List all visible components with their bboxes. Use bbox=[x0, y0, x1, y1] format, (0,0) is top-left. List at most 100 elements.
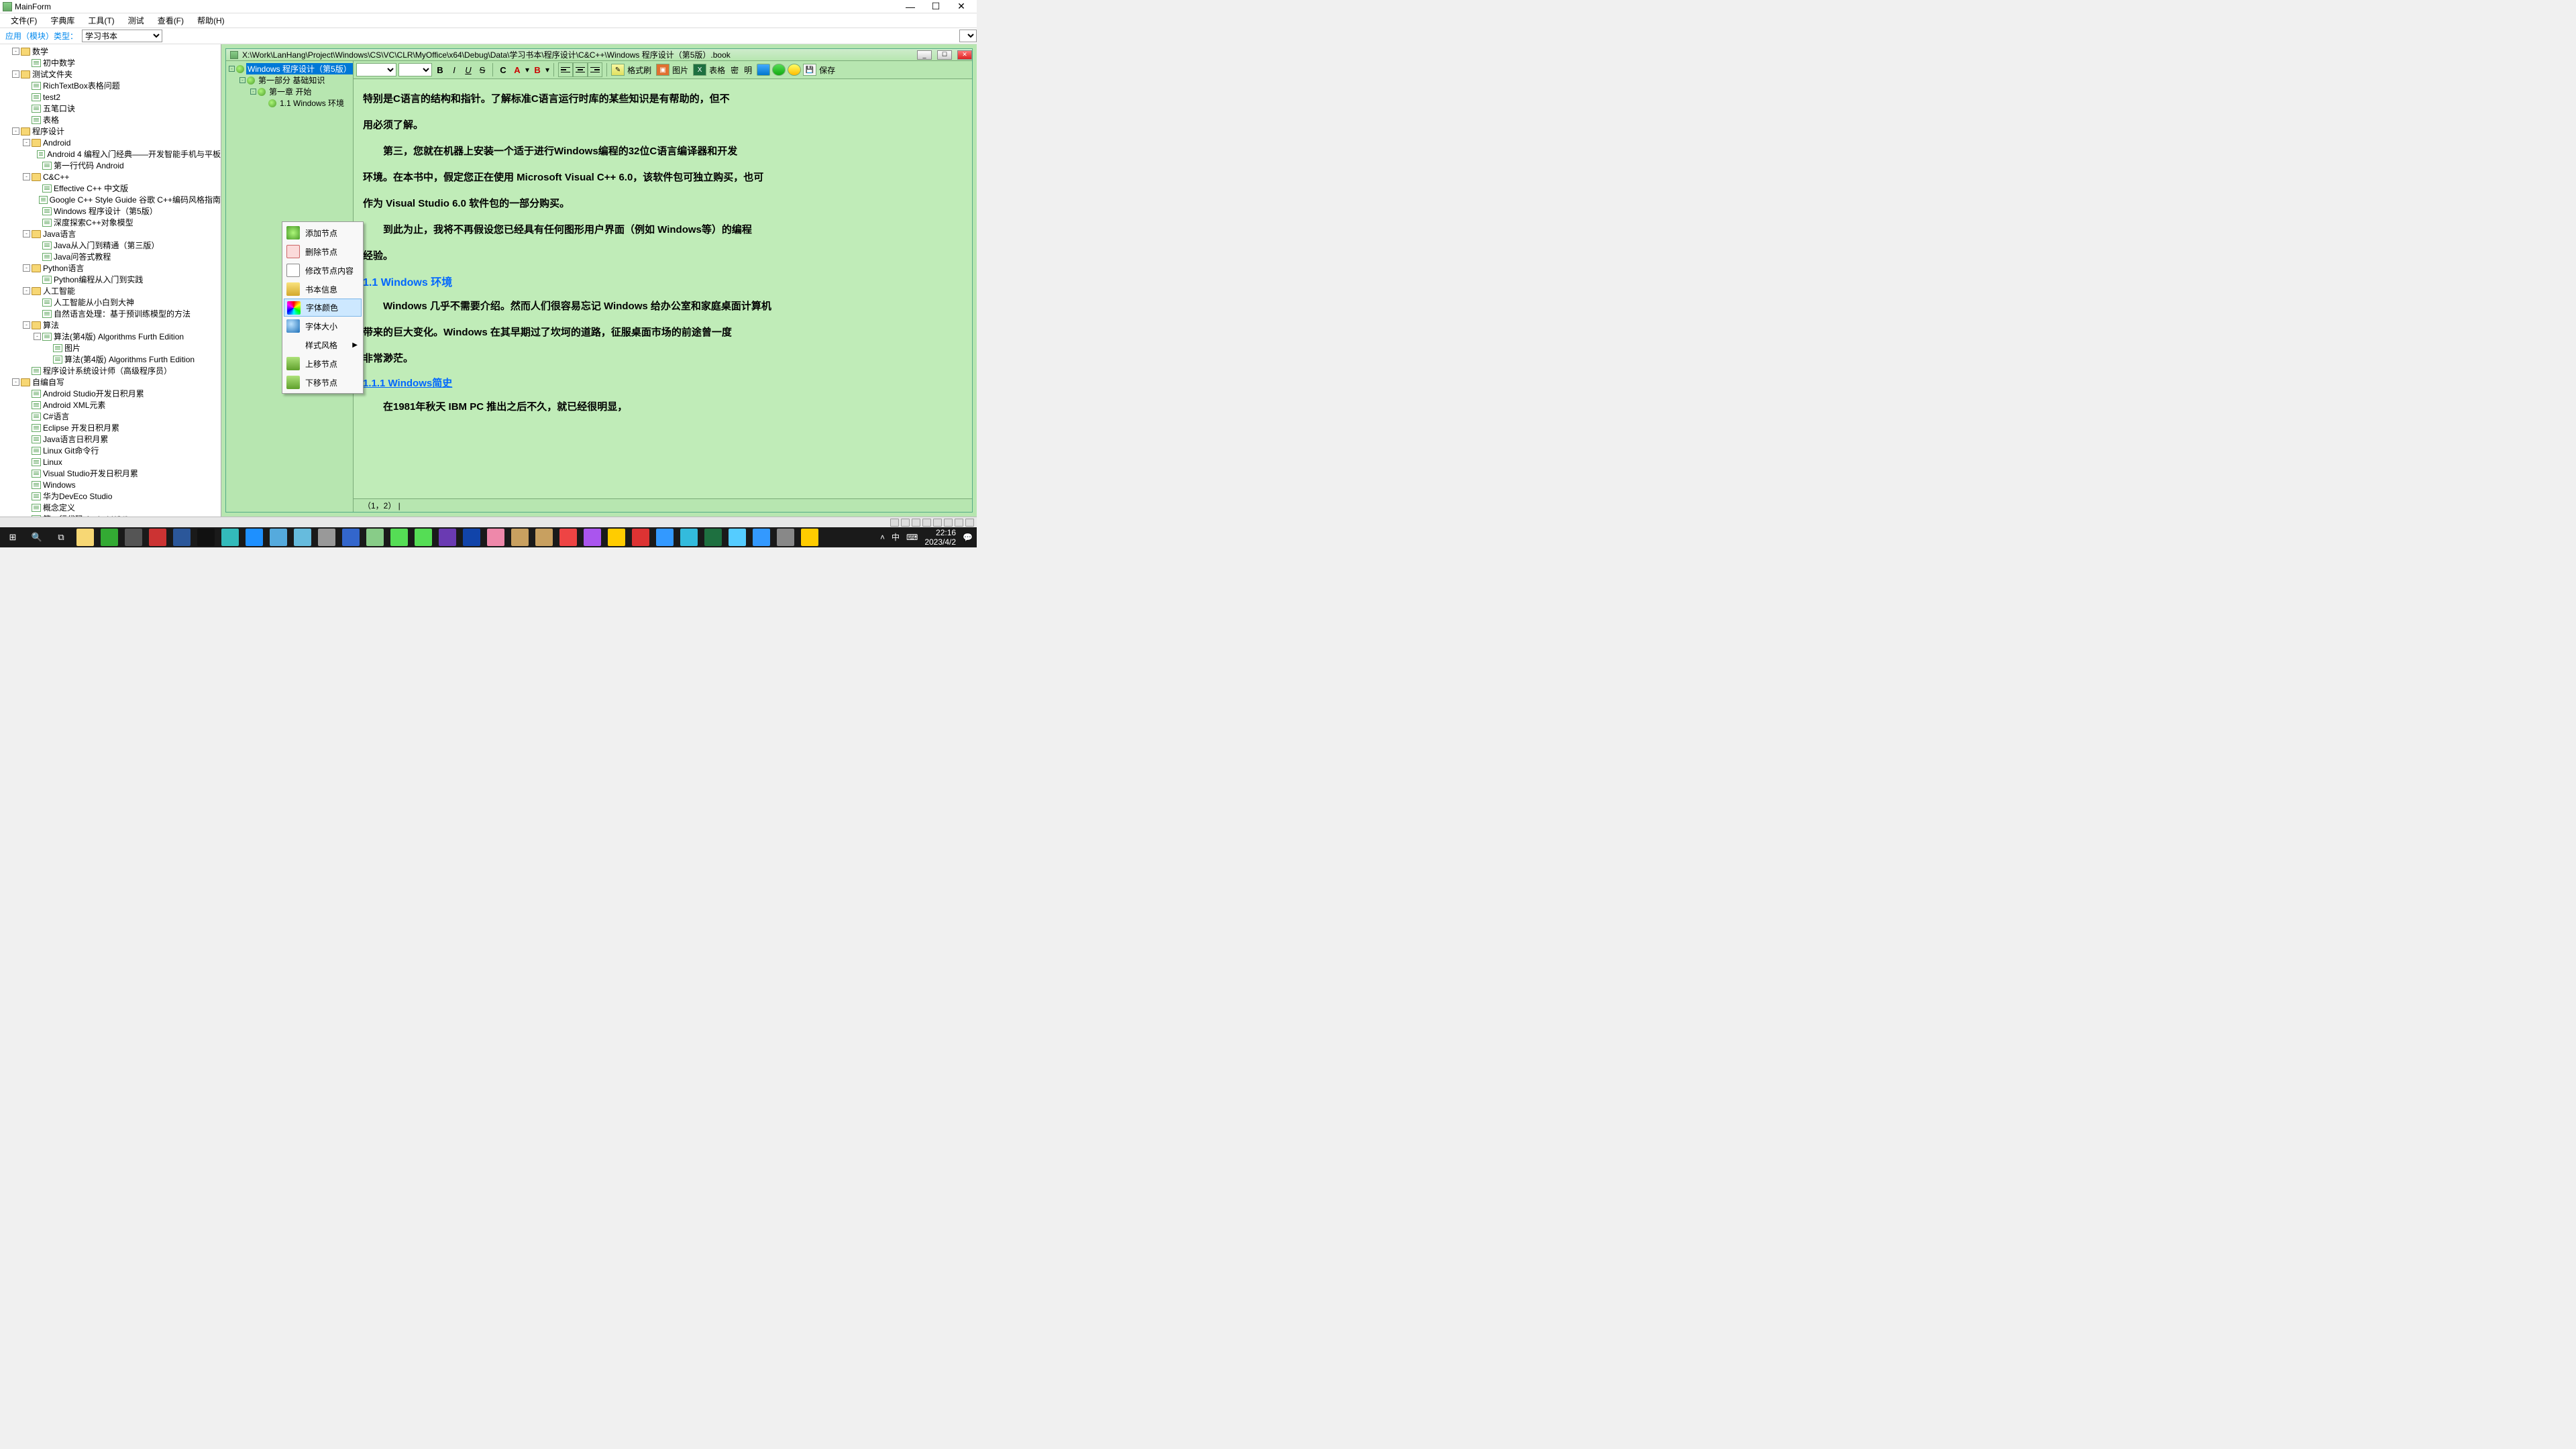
insert-table-icon[interactable]: X bbox=[693, 64, 706, 76]
book-close-button[interactable]: ✕ bbox=[957, 50, 972, 60]
tree-node[interactable]: 初中数学 bbox=[0, 57, 221, 68]
tree-node[interactable]: -算法(第4版) Algorithms Furth Edition bbox=[0, 331, 221, 342]
tree-node[interactable]: -测试文件夹 bbox=[0, 68, 221, 80]
tree-node[interactable]: Linux bbox=[0, 456, 221, 468]
toggle-icon[interactable]: - bbox=[23, 230, 30, 237]
tray-icon[interactable] bbox=[901, 519, 910, 527]
tray-icon[interactable] bbox=[965, 519, 974, 527]
taskbar-app-icon[interactable] bbox=[680, 529, 698, 546]
toggle-icon[interactable]: - bbox=[23, 139, 30, 146]
minimize-button[interactable]: — bbox=[898, 1, 923, 13]
tree-node[interactable]: 程序设计系统设计师（高级程序员） bbox=[0, 365, 221, 376]
bg-color-button[interactable]: A bbox=[511, 63, 523, 76]
taskbar-ie-icon[interactable] bbox=[246, 529, 263, 546]
taskbar-app-icon[interactable] bbox=[318, 529, 335, 546]
insert-image-icon[interactable]: ▣ bbox=[656, 64, 669, 76]
taskbar-app-icon[interactable] bbox=[294, 529, 311, 546]
tray-icon[interactable] bbox=[890, 519, 899, 527]
context-menu-item[interactable]: 删除节点 bbox=[284, 242, 362, 261]
tray-up-icon[interactable]: ˄ bbox=[880, 533, 885, 542]
align-center-button[interactable] bbox=[573, 62, 588, 77]
tree-node[interactable]: RichTextBox表格问题 bbox=[0, 80, 221, 91]
context-menu-item[interactable]: 修改节点内容 bbox=[284, 261, 362, 280]
tray-icon[interactable] bbox=[955, 519, 963, 527]
tray-icon[interactable] bbox=[944, 519, 953, 527]
tree-node[interactable]: Java语言日积月累 bbox=[0, 433, 221, 445]
tree-node[interactable]: Java从入门到精通（第三版） bbox=[0, 239, 221, 251]
taskbar-app-icon[interactable] bbox=[366, 529, 384, 546]
ime-icon[interactable]: 中 bbox=[892, 533, 900, 542]
book-minimize-button[interactable]: _ bbox=[917, 50, 932, 60]
toggle-icon[interactable]: - bbox=[23, 321, 30, 329]
tree-node[interactable]: -Android bbox=[0, 137, 221, 148]
tree-node[interactable]: 深度探索C++对象模型 bbox=[0, 217, 221, 228]
tree-node[interactable]: Eclipse 开发日积月累 bbox=[0, 422, 221, 433]
module-select[interactable]: 学习书本 bbox=[82, 30, 162, 42]
menu-dict[interactable]: 字典库 bbox=[50, 15, 74, 26]
toggle-icon[interactable]: - bbox=[12, 48, 19, 55]
tree-node[interactable]: Visual Studio开发日积月累 bbox=[0, 468, 221, 479]
strike-button[interactable]: S bbox=[476, 63, 488, 76]
taskbar-explorer-icon[interactable] bbox=[76, 529, 94, 546]
menu-test[interactable]: 测试 bbox=[128, 15, 144, 26]
taskbar-app-icon[interactable] bbox=[270, 529, 287, 546]
tree-node[interactable]: 算法(第4版) Algorithms Furth Edition bbox=[0, 354, 221, 365]
taskbar-word-icon[interactable] bbox=[173, 529, 191, 546]
tree-node[interactable]: 华为DevEco Studio bbox=[0, 490, 221, 502]
toggle-icon[interactable]: - bbox=[34, 333, 41, 340]
tree-node[interactable]: 自然语言处理：基于预训练模型的方法 bbox=[0, 308, 221, 319]
font-color-button[interactable]: C bbox=[497, 63, 509, 76]
tree-node[interactable]: -程序设计 bbox=[0, 125, 221, 137]
taskbar-app-icon[interactable] bbox=[559, 529, 577, 546]
book-nav-node[interactable]: -第一章 开始 bbox=[226, 86, 353, 97]
taskbar-app-icon[interactable] bbox=[729, 529, 746, 546]
tree-node[interactable]: Windows 程序设计（第5版） bbox=[0, 205, 221, 217]
tree-node[interactable]: Effective C++ 中文版 bbox=[0, 182, 221, 194]
align-right-button[interactable] bbox=[588, 62, 602, 77]
italic-button[interactable]: I bbox=[448, 63, 460, 76]
tree-node[interactable]: 图片 bbox=[0, 342, 221, 354]
underline-button[interactable]: U bbox=[462, 63, 474, 76]
menu-tools[interactable]: 工具(T) bbox=[88, 15, 114, 26]
toggle-icon[interactable]: - bbox=[229, 66, 235, 72]
menu-file[interactable]: 文件(F) bbox=[11, 15, 37, 26]
taskbar-app-icon[interactable] bbox=[101, 529, 118, 546]
toggle-icon[interactable]: - bbox=[12, 378, 19, 386]
toggle-icon[interactable]: - bbox=[12, 127, 19, 135]
maximize-button[interactable]: ☐ bbox=[923, 1, 949, 13]
taskbar-search-icon[interactable]: 🔍 bbox=[28, 529, 46, 546]
taskbar-excel-icon[interactable] bbox=[704, 529, 722, 546]
tree-node[interactable]: -Java语言 bbox=[0, 228, 221, 239]
tree[interactable]: -数学初中数学-测试文件夹RichTextBox表格问题test2五笔口诀表格-… bbox=[0, 44, 221, 517]
taskbar-leaf-icon[interactable] bbox=[415, 529, 432, 546]
context-menu-item[interactable]: 下移节点 bbox=[284, 373, 362, 392]
context-menu[interactable]: 添加节点删除节点修改节点内容书本信息字体颜色字体大小样式风格▶上移节点下移节点 bbox=[282, 221, 364, 394]
taskbar-taskview-icon[interactable]: ⧉ bbox=[52, 529, 70, 546]
taskbar-terminal-icon[interactable] bbox=[197, 529, 215, 546]
tree-node[interactable]: 五笔口诀 bbox=[0, 103, 221, 114]
highlight-button[interactable]: B bbox=[531, 63, 543, 76]
tree-node[interactable]: Python编程从入门到实践 bbox=[0, 274, 221, 285]
taskbar-eclipse-icon[interactable] bbox=[511, 529, 529, 546]
taskbar-eclipse-icon[interactable] bbox=[535, 529, 553, 546]
taskbar-app-icon[interactable] bbox=[656, 529, 674, 546]
font-size-select[interactable] bbox=[398, 63, 432, 76]
menu-view[interactable]: 查看(F) bbox=[158, 15, 184, 26]
taskbar-app-icon[interactable] bbox=[342, 529, 360, 546]
tree-node[interactable]: Java问答式教程 bbox=[0, 251, 221, 262]
font-family-select[interactable] bbox=[356, 63, 396, 76]
tree-node[interactable]: Linux Git命令行 bbox=[0, 445, 221, 456]
menu-help[interactable]: 帮助(H) bbox=[197, 15, 225, 26]
book-nav-node[interactable]: -Windows 程序设计（第5版） bbox=[226, 63, 353, 74]
save-icon[interactable]: 💾 bbox=[803, 64, 816, 76]
taskbar-vs-icon[interactable] bbox=[439, 529, 456, 546]
context-menu-item[interactable]: 上移节点 bbox=[284, 354, 362, 373]
tree-node[interactable]: Google C++ Style Guide 谷歌 C++编码风格指南 bbox=[0, 194, 221, 205]
context-menu-item[interactable]: 添加节点 bbox=[284, 223, 362, 242]
book-maximize-button[interactable]: ☐ bbox=[937, 50, 952, 60]
tree-node[interactable]: Windows bbox=[0, 479, 221, 490]
bold-button[interactable]: B bbox=[434, 63, 446, 76]
editor[interactable]: 特别是C语言的结构和指针。了解标准C语言运行时库的某些知识是有帮助的，但不 用必… bbox=[354, 79, 972, 498]
toggle-icon[interactable]: - bbox=[12, 70, 19, 78]
tray-icon[interactable] bbox=[922, 519, 931, 527]
